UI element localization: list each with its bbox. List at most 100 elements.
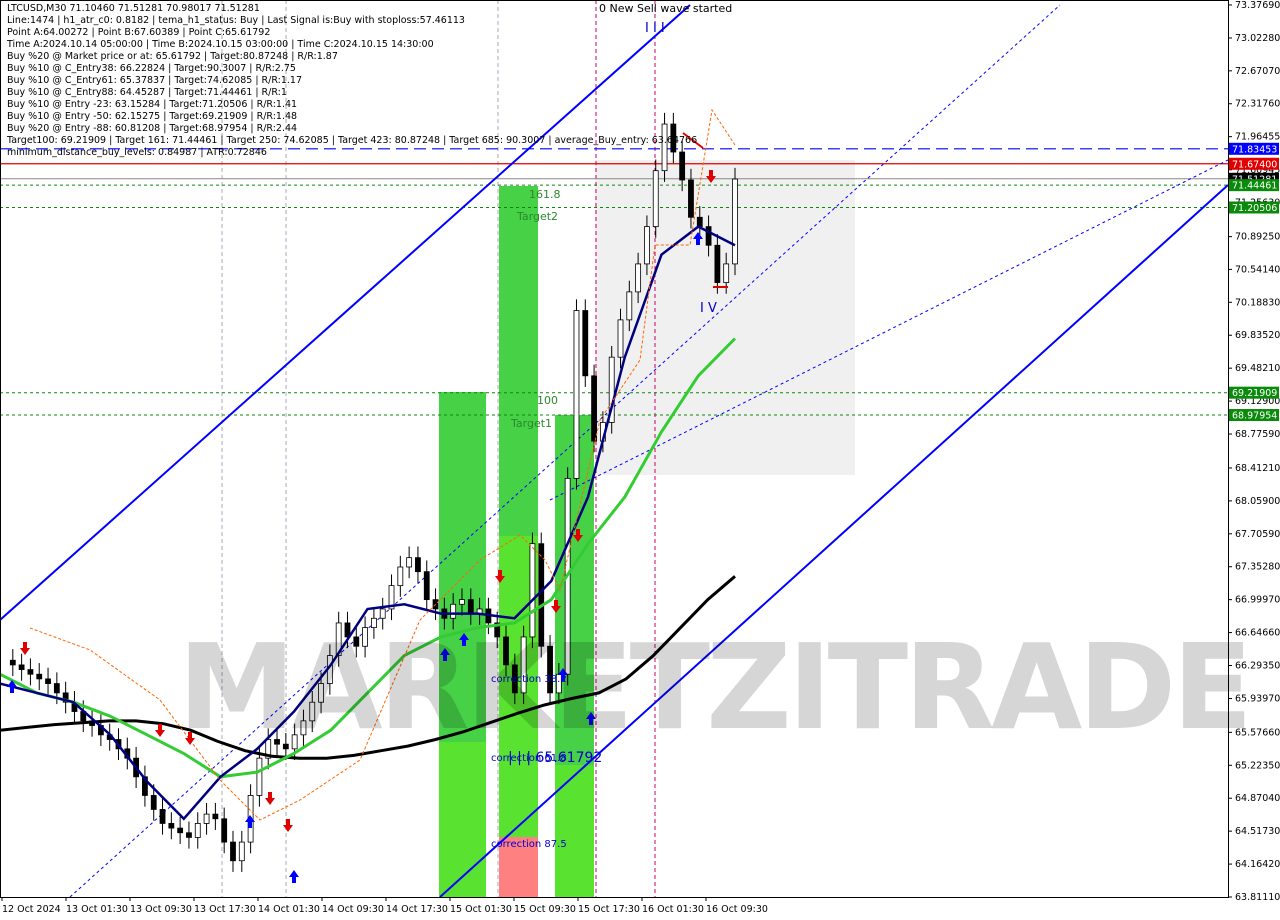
candle-body bbox=[406, 557, 413, 568]
candle-body bbox=[617, 319, 624, 358]
info-line: Buy %10 @ C_Entry38: 66.22824 | Target:9… bbox=[7, 63, 296, 74]
fib-label: 161.8 bbox=[529, 188, 561, 201]
candle-body bbox=[397, 566, 404, 587]
candle-body bbox=[626, 291, 633, 321]
price-tag-label: 71.44461 bbox=[1232, 181, 1277, 192]
time-tick-label: 12 Oct 2024 bbox=[2, 904, 61, 915]
price-tick-label: 69.48210 bbox=[1235, 363, 1280, 374]
candle-body bbox=[36, 673, 43, 680]
price-tag-label: 68.97954 bbox=[1232, 411, 1277, 422]
correction-label: correction 87.5 bbox=[491, 839, 567, 850]
price-tick-label: 68.05900 bbox=[1235, 496, 1280, 507]
time-axis: 12 Oct 2024 13 Oct 01:30 13 Oct 09:30 13 Oc… bbox=[1, 897, 768, 915]
price-tick-label: 72.31760 bbox=[1235, 99, 1280, 110]
sell-arrow-icon bbox=[265, 792, 275, 805]
candle-body bbox=[53, 683, 60, 694]
info-line: Buy %10 @ C_Entry61: 65.37837 | Target:7… bbox=[7, 75, 302, 86]
candle-body bbox=[186, 832, 192, 838]
price-tick-label: 66.99970 bbox=[1235, 595, 1280, 606]
candle-body bbox=[45, 678, 51, 684]
candle-body bbox=[644, 226, 650, 265]
time-tick-label: 15 Oct 17:30 bbox=[578, 904, 640, 915]
sell-arrow-icon bbox=[20, 642, 30, 655]
candle-body bbox=[705, 226, 712, 246]
candle-body bbox=[459, 599, 465, 605]
price-tick-label: 63.81110 bbox=[1235, 892, 1280, 903]
candle-body bbox=[203, 813, 210, 824]
candle-body bbox=[415, 557, 421, 573]
time-tick-label: 13 Oct 17:30 bbox=[194, 904, 256, 915]
candle-body bbox=[723, 263, 730, 283]
candle-body bbox=[9, 659, 16, 666]
candle-body bbox=[168, 823, 175, 829]
price-tick-label: 72.67070 bbox=[1235, 66, 1280, 77]
price-tick-label: 65.22350 bbox=[1235, 760, 1280, 771]
target-label: Target2 bbox=[516, 210, 558, 223]
price-tick-label: 71.96455 bbox=[1235, 132, 1280, 143]
candle-body bbox=[256, 757, 263, 796]
candle-body bbox=[230, 841, 236, 862]
candle-body bbox=[27, 669, 34, 675]
candle-body bbox=[150, 795, 157, 810]
candle-body bbox=[467, 599, 474, 615]
price-tick-label: 70.18830 bbox=[1235, 297, 1280, 308]
watermark: MARKETZITRADE bbox=[178, 618, 1253, 756]
price-tag-label: 71.20506 bbox=[1232, 203, 1277, 214]
candle-body bbox=[177, 827, 184, 834]
price-tick-label: 67.70590 bbox=[1235, 529, 1280, 540]
candle-body bbox=[221, 818, 228, 843]
info-line: Time A:2024.10.14 05:00:00 | Time B:2024… bbox=[7, 39, 434, 50]
candle-body bbox=[379, 608, 386, 619]
candle-body bbox=[194, 823, 201, 838]
time-tick-label: 15 Oct 01:30 bbox=[450, 904, 512, 915]
price-tick-label: 68.77590 bbox=[1235, 429, 1280, 440]
info-line: Buy %20 @ Market price or at: 65.61792 |… bbox=[7, 51, 338, 62]
info-line: Buy %10 @ Entry -23: 63.15284 | Target:7… bbox=[7, 99, 298, 110]
price-tick-label: 70.89250 bbox=[1235, 232, 1280, 243]
candle-body bbox=[573, 310, 580, 479]
info-line: Buy %10 @ C_Entry88: 64.45287 | Target:7… bbox=[7, 87, 287, 98]
candle-body bbox=[238, 841, 245, 862]
time-tick-label: 16 Oct 09:30 bbox=[706, 904, 768, 915]
candle-body bbox=[582, 310, 589, 377]
price-tick-label: 64.16420 bbox=[1235, 859, 1280, 870]
price-tick-label: 68.41210 bbox=[1235, 463, 1280, 474]
target-label: Target1 bbox=[510, 417, 552, 430]
sell-arrow-icon bbox=[283, 819, 293, 832]
fib-label: 100 bbox=[537, 394, 558, 407]
time-tick-label: 14 Oct 09:30 bbox=[322, 904, 384, 915]
candle-body bbox=[652, 170, 659, 228]
time-tick-label: 16 Oct 01:30 bbox=[642, 904, 704, 915]
price-tick-label: 64.51730 bbox=[1235, 826, 1280, 837]
price-tag-label: 71.67400 bbox=[1232, 159, 1277, 170]
info-line: Line:1474 | h1_atr_c0: 0.8182 | tema_h1_… bbox=[7, 15, 465, 26]
price-tick-label: 64.87040 bbox=[1235, 793, 1280, 804]
candle-body bbox=[212, 813, 219, 820]
time-tick-label: 14 Oct 01:30 bbox=[258, 904, 320, 915]
sell-arrow-icon bbox=[155, 724, 165, 737]
time-tick-label: 14 Oct 17:30 bbox=[386, 904, 448, 915]
wave-label: I V bbox=[700, 301, 717, 316]
time-tick-label: 13 Oct 01:30 bbox=[66, 904, 128, 915]
candle-body bbox=[18, 664, 25, 670]
info-panel: LTCUSD,M30 71.10460 71.51281 70.98017 71… bbox=[7, 3, 697, 159]
green-zone-lower bbox=[439, 742, 486, 897]
price-tag-label: 69.21909 bbox=[1232, 388, 1277, 399]
info-line: Buy %20 @ Entry -88: 60.81208 | Target:6… bbox=[7, 123, 298, 134]
candle-body bbox=[423, 571, 430, 601]
info-line: Buy %10 @ Entry -50: 62.15275 | Target:6… bbox=[7, 111, 298, 122]
time-tick-label: 15 Oct 09:30 bbox=[514, 904, 576, 915]
info-line: Point A:64.00272 | Point B:67.60389 | Po… bbox=[7, 27, 271, 38]
price-tick-label: 67.35280 bbox=[1235, 562, 1280, 573]
info-line: Target100: 69.21909 | Target 161: 71.444… bbox=[7, 135, 698, 146]
symbol-line: LTCUSD,M30 71.10460 71.51281 70.98017 71… bbox=[7, 3, 260, 14]
buy-arrow-icon bbox=[289, 870, 299, 883]
candle-body bbox=[696, 216, 703, 228]
price-tick-label: 69.83520 bbox=[1235, 330, 1280, 341]
candle-body bbox=[450, 603, 457, 619]
info-line: minimum_distance_buy_levels: 0.84987 | A… bbox=[7, 147, 267, 158]
price-tick-label: 70.54140 bbox=[1235, 264, 1280, 275]
green-zone-lower bbox=[555, 765, 594, 897]
time-tick-label: 13 Oct 09:30 bbox=[130, 904, 192, 915]
candle-body bbox=[688, 179, 694, 218]
